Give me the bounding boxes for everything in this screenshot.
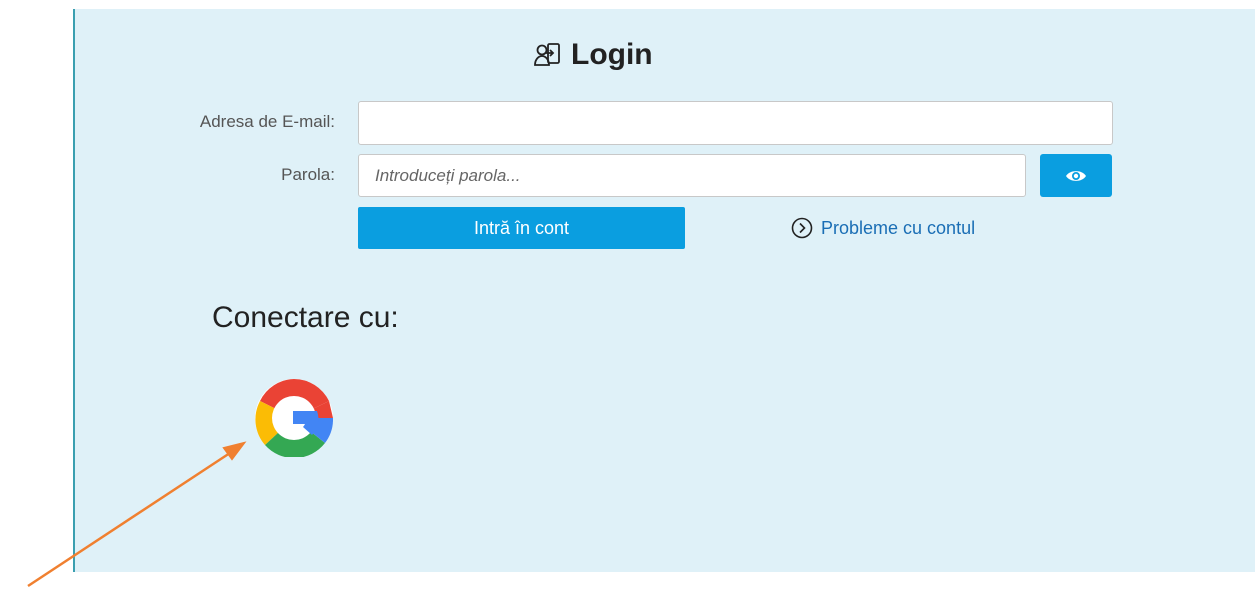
- show-password-button[interactable]: [1040, 154, 1112, 197]
- account-problems-link[interactable]: Probleme cu contul: [791, 216, 975, 240]
- password-field[interactable]: [358, 154, 1026, 197]
- chevron-circle-right-icon: [791, 217, 813, 239]
- email-field[interactable]: [358, 101, 1113, 145]
- account-problems-label: Probleme cu contul: [821, 217, 976, 238]
- google-login-button[interactable]: [255, 379, 334, 459]
- email-label: Adresa de E-mail:: [199, 112, 335, 131]
- google-icon: [255, 379, 334, 462]
- login-icon: [533, 41, 561, 69]
- password-label: Parola:: [281, 165, 335, 184]
- login-heading: Login: [533, 35, 653, 75]
- login-panel: Login Adresa de E-mail: Parola: Intră în…: [73, 9, 1255, 572]
- login-title: Login: [571, 38, 653, 71]
- login-button[interactable]: Intră în cont: [358, 207, 685, 249]
- connect-with-heading: Conectare cu:: [212, 301, 399, 334]
- eye-icon: [1065, 169, 1087, 183]
